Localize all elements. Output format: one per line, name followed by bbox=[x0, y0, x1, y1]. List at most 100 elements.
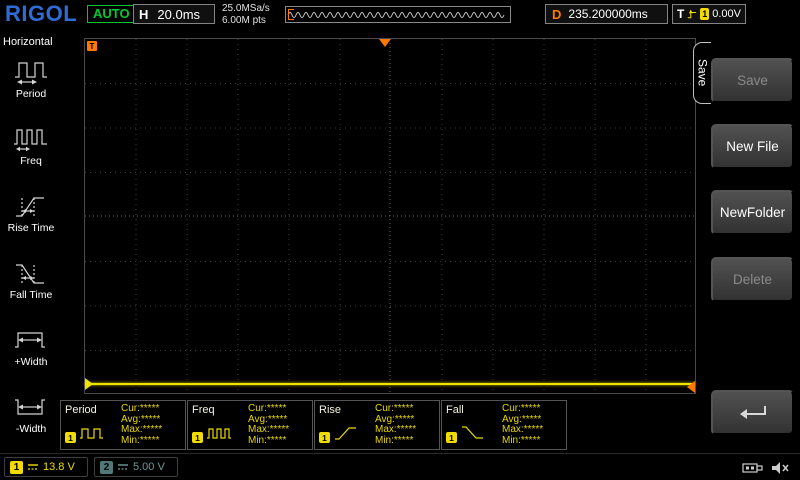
left-sidebar: Horizontal Period Freq bbox=[0, 30, 62, 453]
measurement-box-period[interactable]: Period 1 Cur:***** Avg:***** Max:***** M… bbox=[60, 400, 186, 450]
trigger-slope-icon bbox=[687, 7, 697, 21]
waveform-overview-strip bbox=[285, 6, 511, 23]
minus-width-icon bbox=[11, 390, 51, 422]
new-folder-button[interactable]: NewFolder bbox=[711, 190, 794, 235]
measurement-avg: Avg:***** bbox=[248, 415, 308, 425]
measurement-avg: Avg:***** bbox=[375, 415, 435, 425]
sidebar-item-label: +Width bbox=[15, 356, 48, 368]
sidebar-title: Horizontal bbox=[3, 36, 62, 48]
sidebar-item-label: Fall Time bbox=[10, 289, 53, 301]
channel1-scale: 13.8 V bbox=[43, 461, 75, 473]
sidebar-item-freq[interactable]: Freq bbox=[0, 122, 62, 175]
window-bracket-icon bbox=[288, 9, 294, 20]
trigger-readout: T 1 0.00V bbox=[672, 4, 746, 24]
measurement-max: Max:***** bbox=[121, 425, 181, 435]
measurement-min: Min:***** bbox=[248, 436, 308, 446]
sidebar-item-minus-width[interactable]: -Width bbox=[0, 390, 62, 443]
trigger-position-marker bbox=[379, 39, 391, 47]
measurement-name: Period bbox=[65, 404, 121, 416]
channel1-badge: 1 bbox=[10, 461, 23, 474]
channel-badge: 1 bbox=[192, 432, 203, 443]
grid bbox=[85, 39, 695, 393]
measurement-cur: Cur:***** bbox=[121, 404, 181, 414]
rise-time-icon bbox=[333, 423, 359, 443]
delay-value: 235.200000ms bbox=[568, 7, 647, 21]
rise-time-icon bbox=[11, 189, 51, 221]
channel2-scale: 5.00 V bbox=[133, 461, 165, 473]
measurement-max: Max:***** bbox=[248, 425, 308, 435]
channel-badge: 1 bbox=[446, 432, 457, 443]
sidebar-item-rise-time[interactable]: Rise Time bbox=[0, 189, 62, 242]
measurement-name: Fall bbox=[446, 404, 502, 416]
measurement-min: Min:***** bbox=[375, 436, 435, 446]
delay-label: D bbox=[552, 7, 561, 22]
memory-depth: 6.00M pts bbox=[222, 15, 270, 27]
sidebar-item-label: -Width bbox=[16, 423, 46, 435]
sample-rate: 25.0MSa/s bbox=[222, 3, 270, 15]
measurement-max: Max:***** bbox=[375, 425, 435, 435]
timebase-value: 20.0ms bbox=[157, 7, 200, 22]
measurement-cur: Cur:***** bbox=[502, 404, 562, 414]
graticule: T bbox=[84, 38, 696, 394]
new-file-button[interactable]: New File bbox=[711, 124, 794, 169]
channel2-status[interactable]: 2 5.00 V bbox=[94, 457, 178, 477]
measurement-name: Freq bbox=[192, 404, 248, 416]
memory-waveform-icon bbox=[286, 7, 510, 22]
right-menu: Save Save New File NewFolder Delete bbox=[700, 30, 800, 453]
run-status-badge: AUTO bbox=[87, 5, 136, 23]
measurement-row: Period 1 Cur:***** Avg:***** Max:***** M… bbox=[60, 400, 567, 450]
ch1-trace bbox=[85, 383, 695, 385]
channel1-status[interactable]: 1 13.8 V bbox=[4, 457, 88, 477]
measurement-avg: Avg:***** bbox=[502, 415, 562, 425]
dc-coupling-icon bbox=[117, 463, 129, 471]
usb-icon bbox=[742, 461, 764, 475]
ch1-position-marker bbox=[85, 378, 93, 390]
plus-width-icon bbox=[11, 323, 51, 355]
channel-badge: 1 bbox=[65, 432, 76, 443]
measurement-avg: Avg:***** bbox=[121, 415, 181, 425]
sidebar-item-label: Period bbox=[16, 88, 46, 100]
enter-button[interactable] bbox=[711, 390, 794, 435]
measurement-box-freq[interactable]: Freq 1 Cur:***** Avg:***** Max:***** Min… bbox=[187, 400, 313, 450]
oscilloscope-screen: RIGOL AUTO H 20.0ms 25.0MSa/s 6.00M pts … bbox=[0, 0, 800, 480]
measurement-box-fall[interactable]: Fall 1 Cur:***** Avg:***** Max:***** Min… bbox=[441, 400, 567, 450]
save-button[interactable]: Save bbox=[711, 58, 794, 103]
delete-button[interactable]: Delete bbox=[711, 257, 794, 302]
trigger-channel-badge: 1 bbox=[700, 8, 709, 20]
measurement-min: Min:***** bbox=[502, 436, 562, 446]
fall-time-icon bbox=[460, 423, 486, 443]
channel2-badge: 2 bbox=[100, 461, 113, 474]
delay-readout: D 235.200000ms bbox=[545, 4, 668, 24]
horizontal-label: H bbox=[139, 7, 148, 22]
trigger-label: T bbox=[677, 7, 684, 21]
sidebar-item-plus-width[interactable]: +Width bbox=[0, 323, 62, 376]
menu-tab-save: Save bbox=[693, 42, 711, 104]
timebase-readout: H 20.0ms bbox=[133, 4, 215, 24]
measurement-cur: Cur:***** bbox=[248, 404, 308, 414]
speaker-muted-icon bbox=[771, 461, 790, 475]
trigger-level: 0.00V bbox=[712, 8, 741, 20]
dc-coupling-icon bbox=[27, 463, 39, 471]
return-arrow-icon bbox=[736, 403, 770, 423]
freq-icon bbox=[11, 122, 51, 154]
period-icon bbox=[11, 55, 51, 87]
measurement-name: Rise bbox=[319, 404, 375, 416]
sidebar-item-label: Freq bbox=[20, 155, 42, 167]
rigol-logo: RIGOL bbox=[5, 1, 77, 27]
measurement-min: Min:***** bbox=[121, 436, 181, 446]
fall-time-icon bbox=[11, 256, 51, 288]
trigger-level-marker bbox=[687, 381, 695, 393]
sidebar-item-label: Rise Time bbox=[8, 222, 55, 234]
trigger-offscreen-flag: T bbox=[87, 41, 97, 51]
acquisition-info: 25.0MSa/s 6.00M pts bbox=[222, 3, 270, 27]
period-icon bbox=[79, 423, 105, 443]
measurement-max: Max:***** bbox=[502, 425, 562, 435]
measurement-box-rise[interactable]: Rise 1 Cur:***** Avg:***** Max:***** Min… bbox=[314, 400, 440, 450]
freq-icon bbox=[206, 423, 232, 443]
menu-tab-label: Save bbox=[696, 59, 710, 86]
measurement-cur: Cur:***** bbox=[375, 404, 435, 414]
channel-badge: 1 bbox=[319, 432, 330, 443]
sidebar-item-period[interactable]: Period bbox=[0, 55, 62, 108]
top-bar: RIGOL AUTO H 20.0ms 25.0MSa/s 6.00M pts … bbox=[0, 0, 800, 30]
sidebar-item-fall-time[interactable]: Fall Time bbox=[0, 256, 62, 309]
